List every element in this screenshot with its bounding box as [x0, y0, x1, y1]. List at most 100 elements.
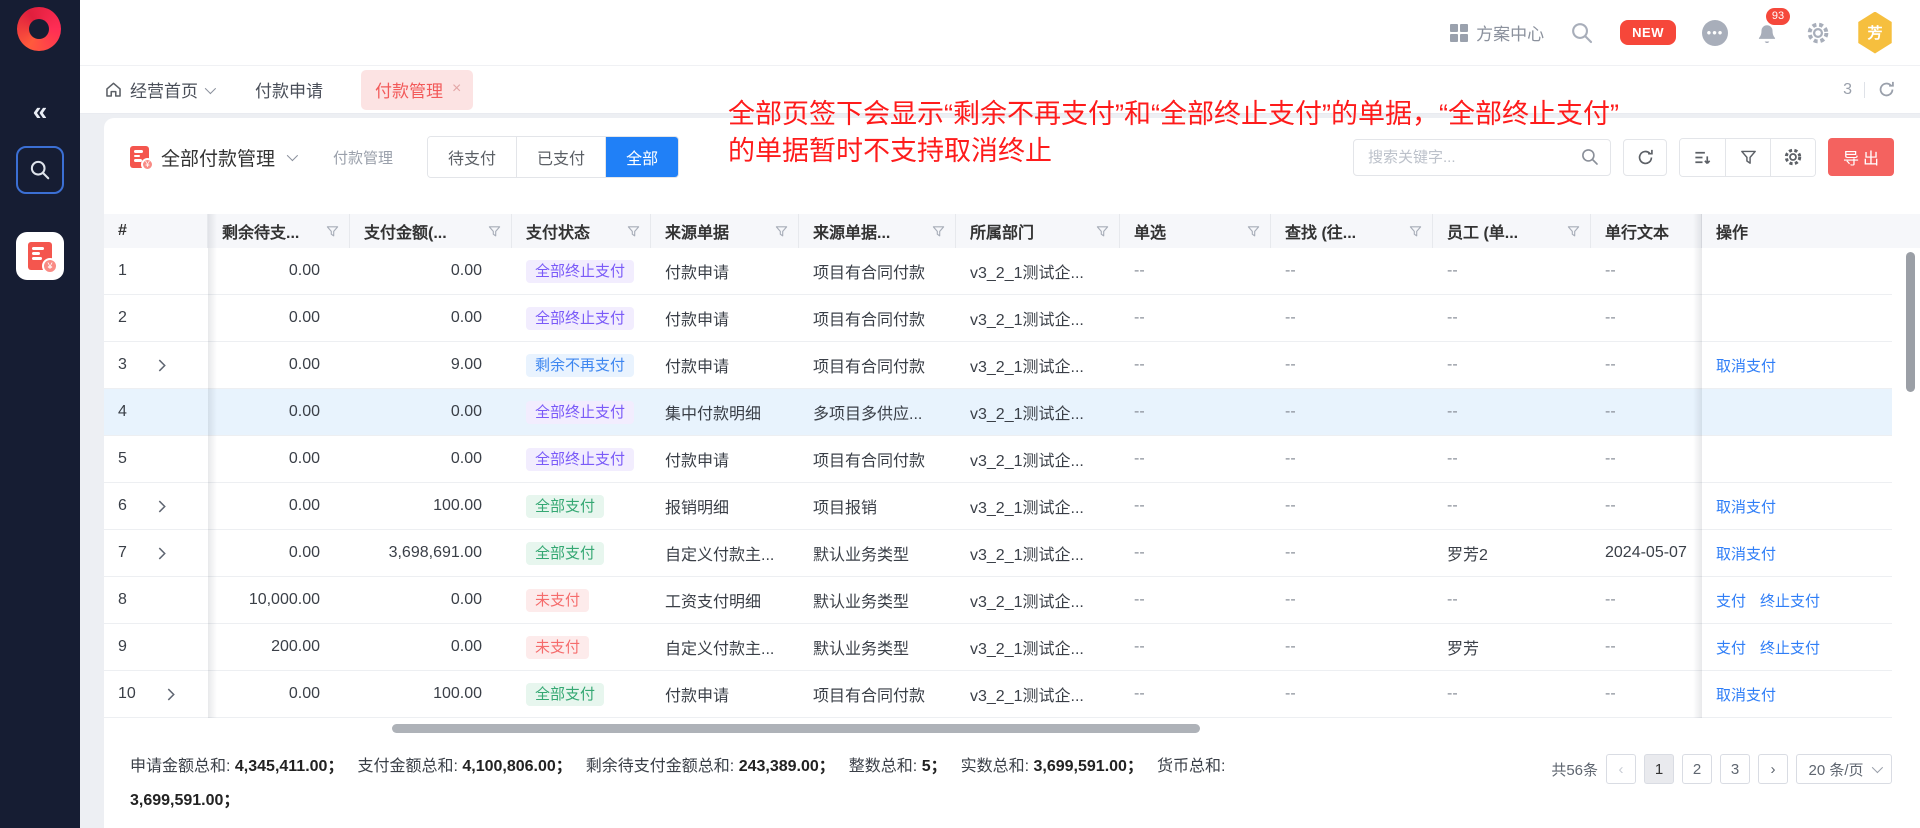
filter-tab-待支付[interactable]: 待支付	[428, 137, 516, 177]
column-header-员工 (单...[interactable]: 员工 (单...	[1433, 214, 1591, 248]
row-index: 5	[118, 450, 127, 468]
column-filter-icon[interactable]	[1567, 225, 1580, 238]
cell-lookup: --	[1271, 671, 1433, 717]
app-logo-icon[interactable]	[17, 7, 61, 51]
cell-source-doc-type: 默认业务类型	[799, 577, 956, 623]
column-filter-icon[interactable]	[326, 225, 339, 238]
row-index: 7	[118, 544, 127, 562]
vertical-scrollbar[interactable]	[1906, 252, 1915, 392]
cell-employee: --	[1433, 483, 1591, 529]
cell-single-select: --	[1120, 248, 1271, 294]
row-index-cell: 7	[104, 530, 208, 576]
status-badge: 全部终止支付	[526, 307, 634, 330]
status-badge: 全部支付	[526, 495, 604, 518]
tab-close-icon[interactable]: ×	[452, 80, 461, 98]
row-index-cell: 8	[104, 577, 208, 623]
cell-actions	[1702, 248, 1892, 294]
row-expand-icon[interactable]	[157, 359, 167, 372]
sidebar-collapse-icon[interactable]: «	[0, 96, 80, 127]
view-title-dropdown[interactable]: ¥ 全部付款管理	[130, 144, 295, 171]
sidebar-app-payment-icon[interactable]: ¥	[16, 232, 64, 280]
table-row-4[interactable]: 40.000.00全部终止支付集中付款明细多项目多供应...v3_2_1测试企.…	[104, 389, 1892, 436]
summary-line2: 3,699,591.00；	[130, 784, 1370, 818]
table-row-1[interactable]: 10.000.00全部终止支付付款申请项目有合同付款v3_2_1测试企...--…	[104, 248, 1892, 295]
summary-value: 4,100,806.00；	[462, 758, 571, 775]
column-header-支付金额(...[interactable]: 支付金额(...	[350, 214, 512, 248]
pagination-page-1[interactable]: 1	[1644, 754, 1674, 784]
table-row-5[interactable]: 50.000.00全部终止支付付款申请项目有合同付款v3_2_1测试企...--…	[104, 436, 1892, 483]
column-filter-icon[interactable]	[1247, 225, 1260, 238]
column-header-查找 (往...[interactable]: 查找 (往...	[1271, 214, 1433, 248]
row-expand-icon[interactable]	[166, 688, 176, 701]
table-row-8[interactable]: 810,000.000.00未支付工资支付明细默认业务类型v3_2_1测试企..…	[104, 577, 1892, 624]
table-row-9[interactable]: 9200.000.00未支付自定义付款主...默认业务类型v3_2_1测试企..…	[104, 624, 1892, 671]
row-index-cell: 9	[104, 624, 208, 670]
action-link-取消支付[interactable]: 取消支付	[1716, 496, 1776, 517]
column-header-剩余待支...[interactable]: 剩余待支...	[208, 214, 350, 248]
cell-single-line-text: 2024-05-07	[1591, 530, 1702, 576]
column-header-所属部门[interactable]: 所属部门	[956, 214, 1120, 248]
cell-single-select: --	[1120, 530, 1271, 576]
cell-lookup: --	[1271, 295, 1433, 341]
tab-payment-management-active[interactable]: 付款管理 ×	[361, 70, 473, 110]
column-filter-icon[interactable]	[775, 225, 788, 238]
column-filter-icon[interactable]	[932, 225, 945, 238]
row-expand-icon[interactable]	[157, 547, 167, 560]
row-index: 4	[118, 403, 127, 421]
annotation-line1: 全部页签下会显示“剩余不再支付”和“全部终止支付”的单据，“全部终止支付”	[728, 96, 1888, 133]
action-link-支付[interactable]: 支付	[1716, 637, 1746, 658]
home-icon	[104, 80, 123, 99]
status-badge: 全部支付	[526, 542, 604, 565]
cell-payment-status: 未支付	[512, 577, 651, 623]
action-link-取消支付[interactable]: 取消支付	[1716, 684, 1776, 705]
tab-home[interactable]: 经营首页	[104, 77, 213, 102]
sidebar-search-button[interactable]	[16, 146, 64, 194]
action-link-终止支付[interactable]: 终止支付	[1760, 590, 1820, 611]
column-header-单行文本[interactable]: 单行文本	[1591, 214, 1702, 248]
column-header-操作[interactable]: 操作	[1702, 214, 1892, 248]
message-icon[interactable]: •••	[1702, 20, 1728, 46]
action-link-终止支付[interactable]: 终止支付	[1760, 637, 1820, 658]
page-size-select[interactable]: 20 条/页	[1796, 754, 1892, 784]
column-header-支付状态[interactable]: 支付状态	[512, 214, 651, 248]
settings-gear-icon[interactable]	[1806, 21, 1830, 45]
column-header-label: 来源单据...	[813, 219, 890, 243]
column-header-#[interactable]: #	[104, 214, 208, 248]
table-row-3[interactable]: 30.009.00剩余不再支付付款申请项目有合同付款v3_2_1测试企...--…	[104, 342, 1892, 389]
global-search-icon[interactable]	[1570, 21, 1594, 45]
action-link-支付[interactable]: 支付	[1716, 590, 1746, 611]
status-badge: 全部终止支付	[526, 448, 634, 471]
pagination-page-3[interactable]: 3	[1720, 754, 1750, 784]
table-row-10[interactable]: 100.00100.00全部支付付款申请项目有合同付款v3_2_1测试企...-…	[104, 671, 1892, 718]
horizontal-scrollbar[interactable]	[392, 724, 1200, 733]
column-filter-icon[interactable]	[488, 225, 501, 238]
action-link-取消支付[interactable]: 取消支付	[1716, 543, 1776, 564]
chevron-down-icon	[205, 82, 216, 93]
row-expand-icon[interactable]	[157, 500, 167, 513]
notification-bell-icon[interactable]: 93	[1754, 20, 1780, 46]
user-avatar[interactable]: 芳	[1856, 12, 1894, 54]
cell-department: v3_2_1测试企...	[956, 295, 1120, 341]
tab-payment-request[interactable]: 付款申请	[255, 77, 323, 102]
row-index-cell: 6	[104, 483, 208, 529]
filter-tab-已支付[interactable]: 已支付	[516, 137, 605, 177]
pagination-page-2[interactable]: 2	[1682, 754, 1712, 784]
cell-department: v3_2_1测试企...	[956, 483, 1120, 529]
column-header-来源单据[interactable]: 来源单据	[651, 214, 799, 248]
column-filter-icon[interactable]	[1096, 225, 1109, 238]
pagination-prev-button[interactable]: ‹	[1606, 754, 1636, 784]
column-filter-icon[interactable]	[1409, 225, 1422, 238]
pagination-next-button[interactable]: ›	[1758, 754, 1788, 784]
column-header-单选[interactable]: 单选	[1120, 214, 1271, 248]
table-row-7[interactable]: 70.003,698,691.00全部支付自定义付款主...默认业务类型v3_2…	[104, 530, 1892, 577]
action-link-取消支付[interactable]: 取消支付	[1716, 355, 1776, 376]
new-badge[interactable]: NEW	[1620, 20, 1676, 45]
cell-department: v3_2_1测试企...	[956, 389, 1120, 435]
filter-tab-全部[interactable]: 全部	[605, 137, 678, 177]
cell-actions	[1702, 436, 1892, 482]
column-filter-icon[interactable]	[627, 225, 640, 238]
table-row-2[interactable]: 20.000.00全部终止支付付款申请项目有合同付款v3_2_1测试企...--…	[104, 295, 1892, 342]
column-header-来源单据...[interactable]: 来源单据...	[799, 214, 956, 248]
table-row-6[interactable]: 60.00100.00全部支付报销明细项目报销v3_2_1测试企...-----…	[104, 483, 1892, 530]
solution-center-button[interactable]: 方案中心	[1450, 20, 1544, 45]
